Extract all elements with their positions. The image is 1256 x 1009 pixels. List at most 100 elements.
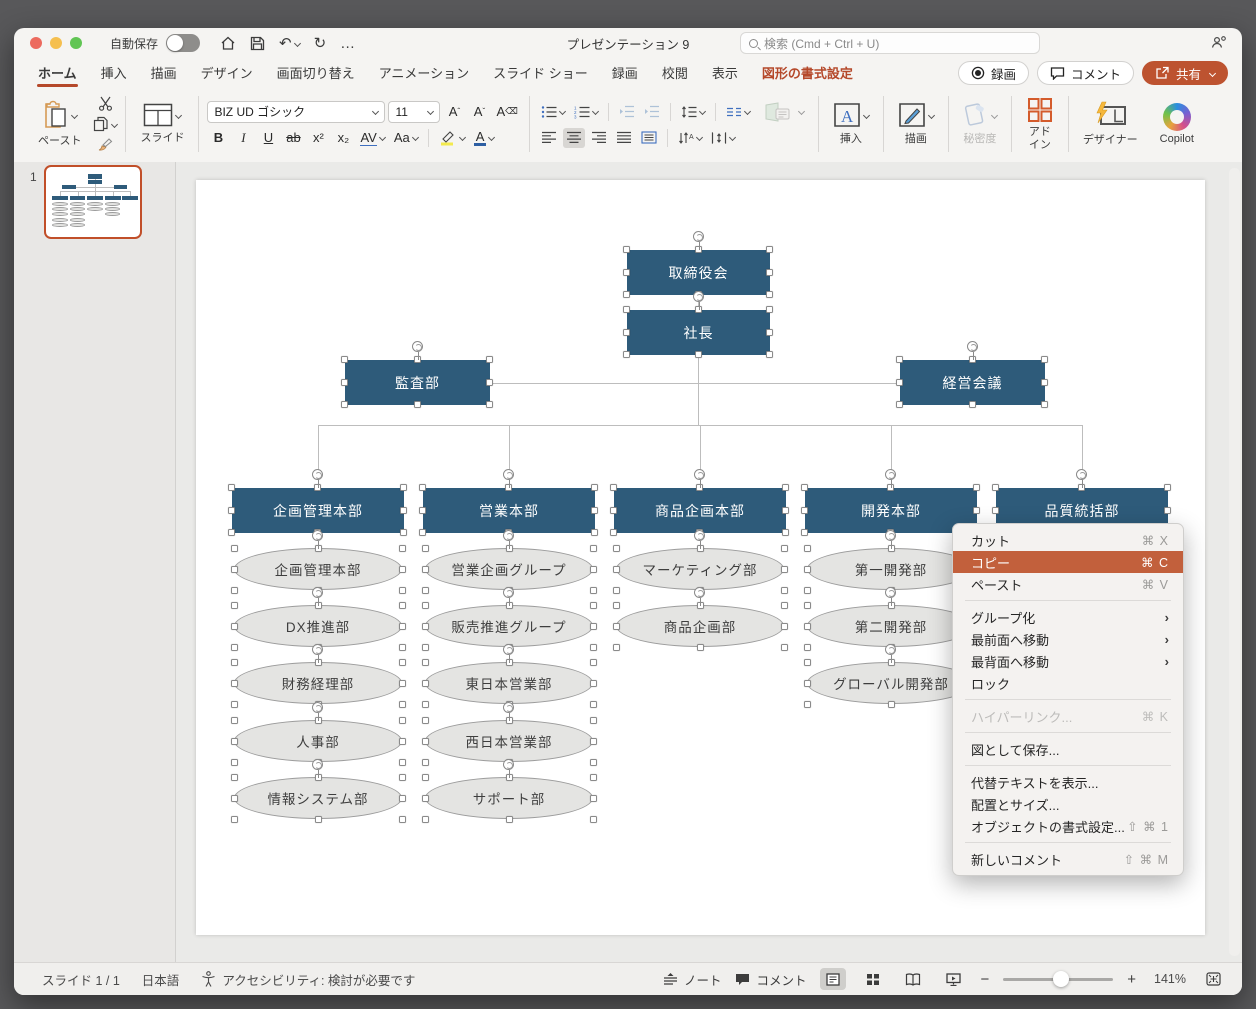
rotation-handle[interactable]	[312, 469, 323, 480]
align-center-icon[interactable]	[563, 128, 585, 148]
selection-handle[interactable]	[399, 759, 406, 766]
selection-handle[interactable]	[804, 587, 811, 594]
selection-handle[interactable]	[231, 738, 238, 745]
rotation-handle[interactable]	[503, 587, 514, 598]
org-chart-box[interactable]: 商品企画本部	[614, 488, 786, 533]
increase-indent-icon[interactable]	[641, 102, 663, 122]
selection-handle[interactable]	[766, 329, 773, 336]
selection-handle[interactable]	[766, 291, 773, 298]
org-chart-box[interactable]: 営業本部	[423, 488, 595, 533]
language-indicator[interactable]: 日本語	[142, 970, 180, 989]
rotation-handle[interactable]	[503, 702, 514, 713]
rotation-handle[interactable]	[885, 469, 896, 480]
selection-handle[interactable]	[1164, 507, 1171, 514]
rotation-handle[interactable]	[1076, 469, 1087, 480]
selection-handle[interactable]	[888, 701, 895, 708]
menu-item-9[interactable]: ハイパーリンク...⌘ K	[953, 705, 1183, 727]
selection-handle[interactable]	[766, 351, 773, 358]
selection-handle[interactable]	[1041, 379, 1048, 386]
selection-handle[interactable]	[231, 587, 238, 594]
menu-item-4[interactable]: グループ化›	[953, 606, 1183, 628]
menu-item-7[interactable]: ロック	[953, 672, 1183, 694]
selection-handle[interactable]	[590, 545, 597, 552]
selection-handle[interactable]	[590, 680, 597, 687]
rotation-handle[interactable]	[503, 759, 514, 770]
rotation-handle[interactable]	[312, 644, 323, 655]
selection-handle[interactable]	[231, 717, 238, 724]
selection-handle[interactable]	[782, 484, 789, 491]
org-chart-box[interactable]: 企画管理本部	[232, 488, 404, 533]
font-color-button[interactable]: A	[471, 128, 498, 148]
selection-handle[interactable]	[399, 701, 406, 708]
menu-item-14[interactable]: 配置とサイズ...	[953, 793, 1183, 815]
draw-button[interactable]: 描画	[892, 100, 940, 148]
slide-thumbnail[interactable]	[44, 165, 142, 239]
tab-6[interactable]: スライド ショー	[483, 58, 598, 89]
org-chart-box[interactable]: グローバル開発部	[807, 662, 975, 704]
record-button[interactable]: 録画	[958, 61, 1029, 85]
slideshow-view-button[interactable]	[940, 968, 966, 990]
selection-handle[interactable]	[486, 379, 493, 386]
org-chart-box[interactable]: 開発本部	[805, 488, 977, 533]
org-chart-box[interactable]: 第二開発部	[807, 605, 975, 647]
selection-handle[interactable]	[228, 484, 235, 491]
org-chart-box[interactable]: 財務経理部	[234, 662, 402, 704]
menu-item-17[interactable]: 新しいコメント⇧ ⌘ M	[953, 848, 1183, 870]
org-chart-box[interactable]: 企画管理本部	[234, 548, 402, 590]
minimize-button[interactable]	[50, 37, 62, 49]
distribute-text-icon[interactable]	[638, 128, 660, 148]
selection-handle[interactable]	[896, 401, 903, 408]
selection-handle[interactable]	[419, 529, 426, 536]
search-input[interactable]: 検索 (Cmd + Ctrl + U)	[740, 32, 1040, 54]
selection-handle[interactable]	[766, 246, 773, 253]
selection-handle[interactable]	[623, 351, 630, 358]
more-commands-icon[interactable]: …	[340, 35, 355, 52]
selection-handle[interactable]	[801, 507, 808, 514]
selection-handle[interactable]	[231, 701, 238, 708]
fit-slide-button[interactable]	[1200, 968, 1226, 990]
selection-handle[interactable]	[400, 507, 407, 514]
selection-handle[interactable]	[781, 545, 788, 552]
selection-handle[interactable]	[766, 269, 773, 276]
tab-5[interactable]: アニメーション	[369, 58, 479, 89]
selection-handle[interactable]	[422, 602, 429, 609]
selection-handle[interactable]	[590, 717, 597, 724]
selection-handle[interactable]	[399, 644, 406, 651]
selection-handle[interactable]	[969, 401, 976, 408]
selection-handle[interactable]	[590, 623, 597, 630]
rotation-handle[interactable]	[885, 644, 896, 655]
reading-view-button[interactable]	[900, 968, 926, 990]
selection-handle[interactable]	[613, 602, 620, 609]
tab-9[interactable]: 表示	[702, 58, 748, 89]
selection-handle[interactable]	[590, 659, 597, 666]
copilot-button[interactable]: Copilot	[1154, 101, 1200, 147]
italic-button[interactable]: I	[232, 128, 254, 148]
org-chart-box[interactable]: 商品企画部	[616, 605, 784, 647]
character-spacing-button[interactable]: AV	[357, 128, 387, 148]
strikethrough-button[interactable]: ab	[282, 128, 304, 148]
org-chart-box[interactable]: 人事部	[234, 720, 402, 762]
redo-icon[interactable]: ↻	[314, 34, 327, 52]
undo-icon[interactable]: ↶	[279, 34, 300, 52]
align-right-icon[interactable]	[588, 128, 610, 148]
menu-item-1[interactable]: コピー⌘ C	[953, 551, 1183, 573]
share-button[interactable]: 共有	[1142, 61, 1228, 85]
selection-handle[interactable]	[623, 306, 630, 313]
selection-handle[interactable]	[341, 356, 348, 363]
copy-icon[interactable]	[93, 115, 117, 133]
cut-icon[interactable]	[93, 94, 117, 112]
selection-handle[interactable]	[231, 545, 238, 552]
bullet-list-button[interactable]	[538, 102, 568, 122]
selection-handle[interactable]	[992, 507, 999, 514]
org-chart-box[interactable]: 第一開発部	[807, 548, 975, 590]
line-spacing-button[interactable]	[678, 102, 708, 122]
smartart-convert-button[interactable]	[756, 101, 810, 123]
sensitivity-button[interactable]: 秘密度	[957, 100, 1003, 148]
selection-handle[interactable]	[896, 379, 903, 386]
selection-handle[interactable]	[400, 484, 407, 491]
selection-handle[interactable]	[804, 545, 811, 552]
org-chart-box[interactable]: サポート部	[425, 777, 593, 819]
menu-item-6[interactable]: 最背面へ移動›	[953, 650, 1183, 672]
tab-0[interactable]: ホーム	[28, 58, 87, 89]
addins-button[interactable]: アドイン	[1020, 94, 1060, 153]
